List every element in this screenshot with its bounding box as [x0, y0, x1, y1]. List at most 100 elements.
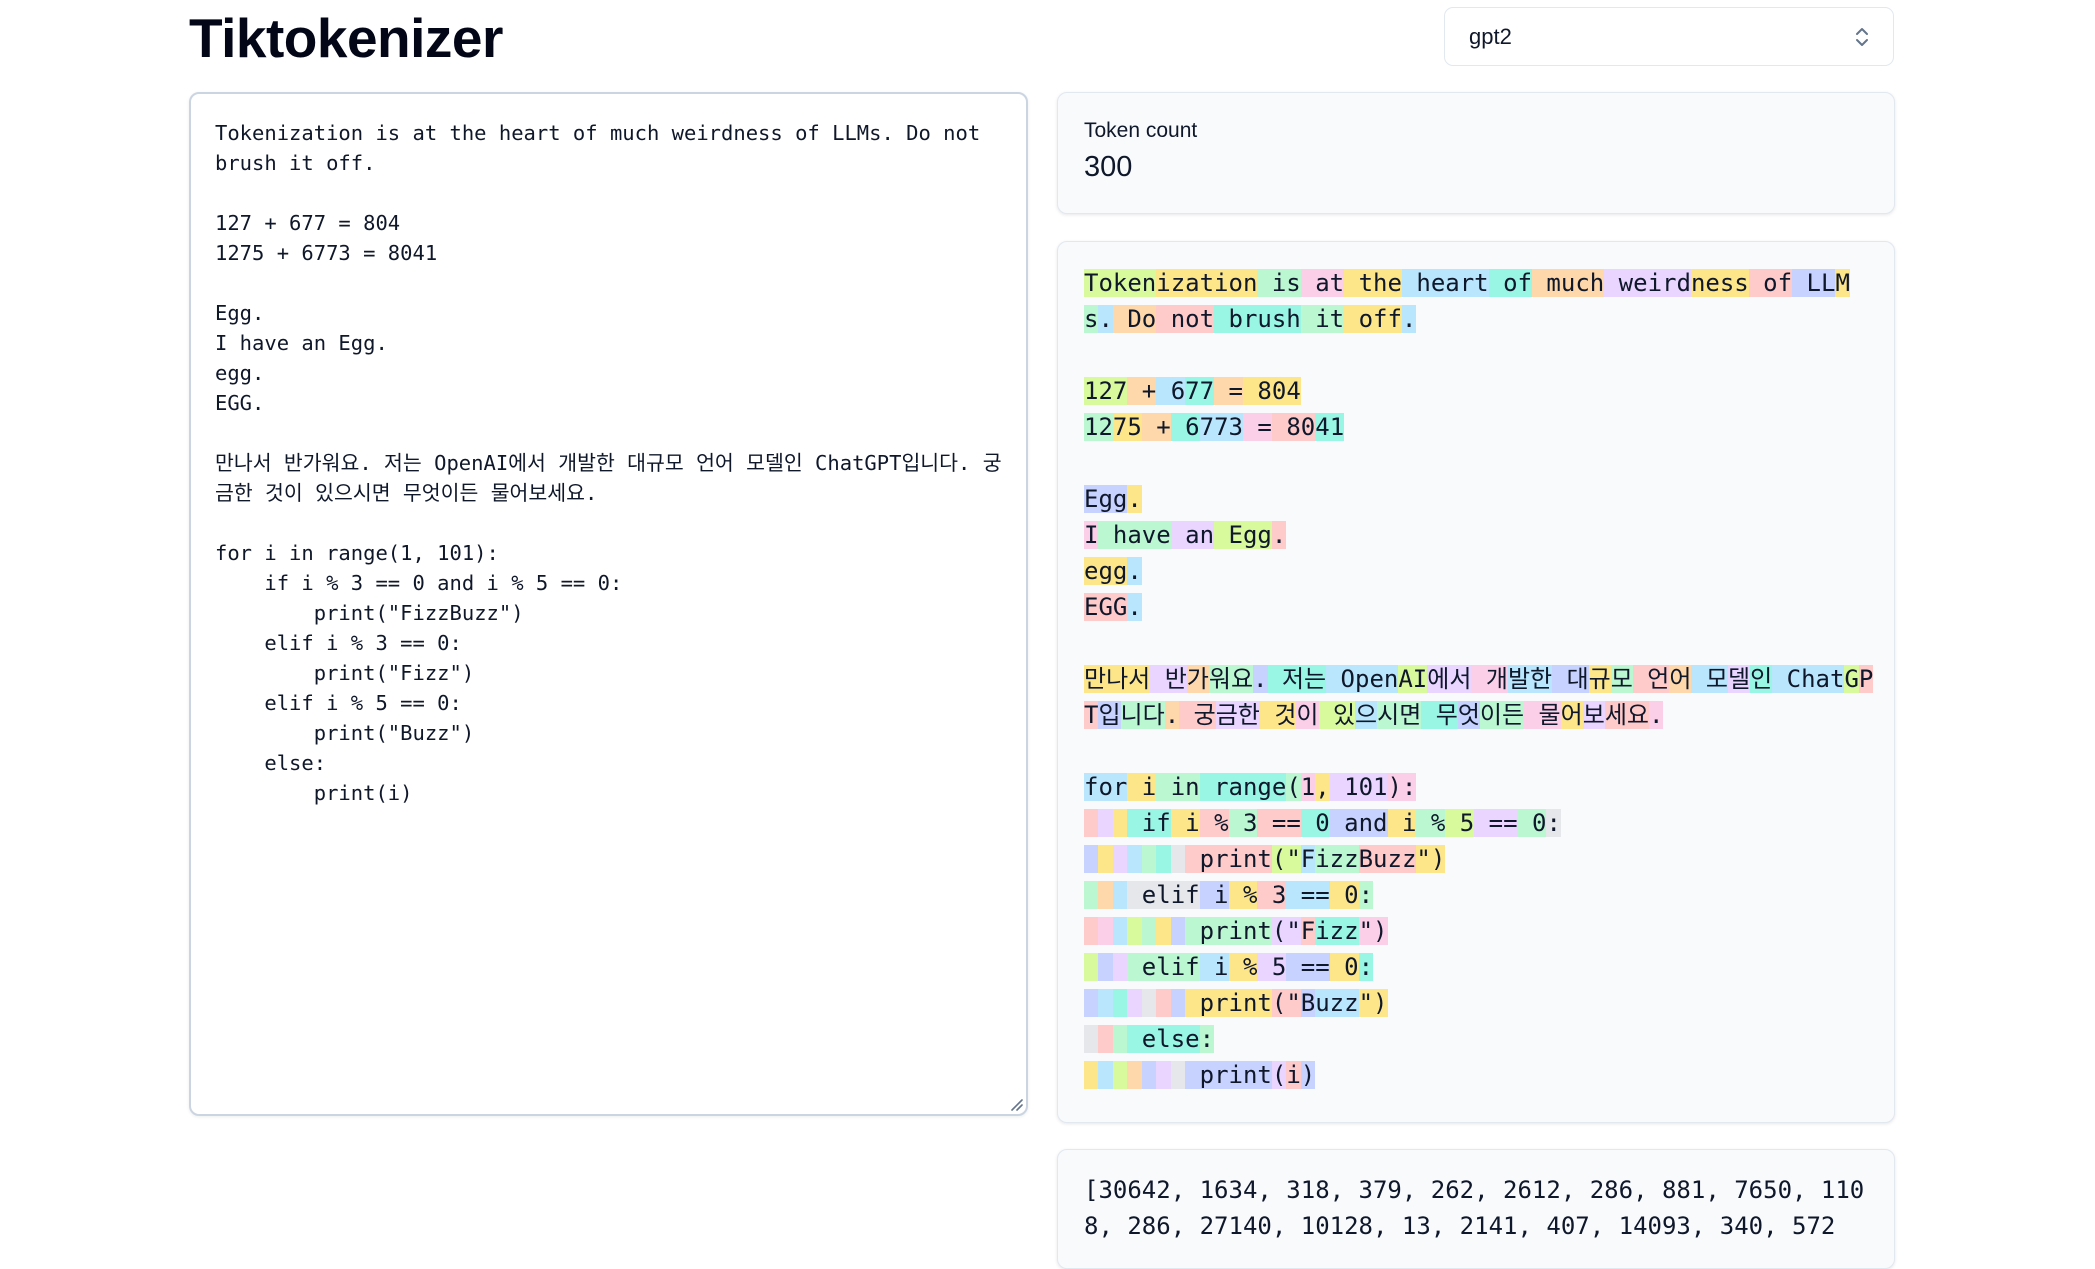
resize-handle-icon[interactable] — [1008, 1096, 1024, 1112]
token-chip: 개 — [1471, 665, 1508, 693]
token-chip: 금한 — [1215, 701, 1260, 729]
token-chip: print — [1185, 845, 1272, 873]
token-chip: 이든 — [1479, 701, 1525, 729]
token-chip: 이 — [1296, 701, 1319, 729]
token-chip: ness — [1690, 269, 1749, 297]
token-chip: : — [1358, 953, 1374, 981]
token-chip: ") — [1358, 989, 1388, 1017]
token-chip: B — [1300, 989, 1316, 1017]
token-chip: 워요 — [1208, 665, 1254, 693]
token-chip: ization — [1156, 269, 1258, 297]
token-chip: at — [1300, 269, 1345, 297]
token-chip — [1084, 1025, 1099, 1053]
token-chip: F — [1300, 917, 1316, 945]
chevron-up-down-icon — [1856, 28, 1868, 46]
app-title: Tiktokenizer — [189, 7, 503, 69]
token-chip: 75 — [1112, 413, 1142, 441]
input-text[interactable]: Tokenization is at the heart of much wei… — [215, 118, 1002, 1090]
token-chip: elif — [1127, 881, 1200, 909]
token-chip: 5 — [1257, 953, 1287, 981]
tokenized-output-card: Tokenization is at the heart of much wei… — [1057, 241, 1895, 1123]
token-chip — [1098, 917, 1113, 945]
token-chip: I — [1084, 521, 1099, 549]
token-chip: i — [1286, 1061, 1301, 1089]
token-chip: = — [1242, 413, 1272, 441]
token-chip: much — [1531, 269, 1605, 297]
token-chip: == — [1257, 809, 1301, 837]
token-chip: uzz — [1315, 989, 1359, 1017]
token-chip — [1141, 845, 1157, 873]
token-chip: (" — [1271, 845, 1301, 873]
token-chip — [1084, 809, 1099, 837]
token-chip — [1112, 953, 1128, 981]
input-textarea[interactable]: Tokenization is at the heart of much wei… — [189, 92, 1028, 1116]
token-chip: == — [1286, 881, 1330, 909]
token-chip: . — [1164, 701, 1180, 729]
token-chip: 3 — [1257, 881, 1287, 909]
token-chip: ) — [1300, 1061, 1316, 1089]
token-chip — [1112, 917, 1128, 945]
token-chip — [1127, 989, 1142, 1017]
token-chip — [1084, 1061, 1099, 1089]
token-chip: 시면 — [1377, 701, 1422, 729]
token-chip: range — [1199, 773, 1287, 801]
token-chip — [1170, 845, 1186, 873]
token-chip: it — [1300, 305, 1345, 333]
token-chip: 것 — [1259, 701, 1297, 729]
token-chip — [1098, 845, 1113, 873]
token-chip: ") — [1416, 845, 1446, 873]
token-chip: 0 — [1517, 809, 1547, 837]
token-chip: 인 — [1750, 665, 1773, 693]
token-chip: % — [1228, 953, 1258, 981]
token-chip: and — [1329, 809, 1388, 837]
token-chip: , — [1315, 773, 1330, 801]
token-chip: Open — [1326, 665, 1399, 693]
token-chip — [1112, 809, 1128, 837]
token-chip: (" — [1271, 989, 1301, 1017]
token-chip: 0 — [1329, 953, 1359, 981]
token-chip — [1098, 809, 1113, 837]
token-chip: == — [1286, 953, 1330, 981]
token-chip: 0 — [1300, 809, 1330, 837]
token-chip: 보 — [1582, 701, 1605, 729]
token-chip: == — [1474, 809, 1518, 837]
token-chip: 어 — [1669, 665, 1692, 693]
token-chip: i — [1127, 773, 1157, 801]
token-chip: heart — [1401, 269, 1489, 297]
token-chip: ): — [1387, 773, 1417, 801]
model-select-value: gpt2 — [1469, 23, 1512, 49]
token-chip: 77 — [1185, 377, 1215, 405]
token-chip: weird — [1604, 269, 1691, 297]
token-chip: of — [1748, 269, 1793, 297]
token-chip — [1098, 881, 1113, 909]
token-chip: 세요 — [1604, 701, 1649, 729]
token-chip: % — [1228, 881, 1258, 909]
token-chip — [1084, 953, 1099, 981]
token-chip: Chat — [1772, 665, 1845, 693]
token-chip: i — [1199, 881, 1229, 909]
token-chip: ( — [1286, 773, 1301, 801]
token-chip: Egg — [1084, 485, 1128, 513]
model-select[interactable]: gpt2 — [1444, 7, 1894, 66]
token-chip: have — [1098, 521, 1171, 549]
token-chip — [1141, 917, 1157, 945]
token-chip: 으 — [1355, 701, 1378, 729]
token-chip — [1112, 845, 1128, 873]
token-chip — [1170, 989, 1186, 1017]
token-chip: 에서 — [1427, 665, 1472, 693]
token-chip: EGG — [1084, 593, 1128, 621]
token-chip — [1084, 845, 1099, 873]
token-chip: G — [1844, 665, 1859, 693]
token-chip: is — [1257, 269, 1301, 297]
token-count-label: Token count — [1084, 119, 1198, 142]
token-chip: 궁 — [1179, 701, 1216, 729]
token-chip: % — [1416, 809, 1446, 837]
token-chip: 101 — [1329, 773, 1388, 801]
token-chip: 엇 — [1457, 701, 1480, 729]
token-chip: of — [1488, 269, 1532, 297]
token-chip — [1112, 1061, 1128, 1089]
token-chip: off — [1344, 305, 1402, 333]
token-chip: s — [1084, 305, 1099, 333]
token-chip: 니다 — [1120, 701, 1165, 729]
token-chip — [1170, 1061, 1186, 1089]
